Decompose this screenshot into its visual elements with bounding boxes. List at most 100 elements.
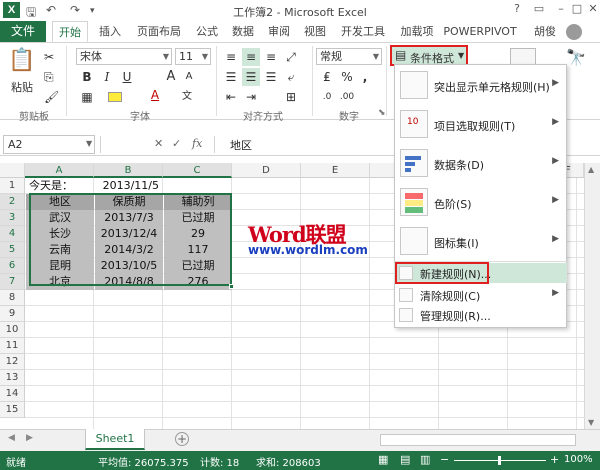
row-header[interactable]: 12: [0, 354, 25, 370]
menu-item-color-scales[interactable]: 色阶(S) ▶: [394, 184, 567, 222]
tab-data[interactable]: 数据: [226, 21, 260, 42]
align-top-icon[interactable]: ≡: [222, 48, 240, 66]
prev-sheet-icon[interactable]: ◀: [8, 433, 15, 443]
horizontal-scrollbar[interactable]: [380, 434, 576, 446]
cell-a1[interactable]: 今天是：: [26, 178, 94, 194]
vertical-scrollbar[interactable]: [584, 163, 600, 429]
number-format-select[interactable]: 常规 ▼: [316, 48, 382, 65]
tab-powerpivot[interactable]: POWERPIVOT: [442, 21, 518, 42]
insert-function-button[interactable]: fx: [192, 137, 202, 150]
zoom-in-icon[interactable]: +: [550, 453, 559, 466]
tab-home[interactable]: 开始: [52, 21, 88, 42]
fill-color-icon[interactable]: [108, 92, 122, 102]
increase-decimal-icon[interactable]: .0: [318, 88, 336, 106]
row-header[interactable]: 7: [0, 274, 25, 290]
sheet-tab[interactable]: Sheet1: [85, 429, 145, 450]
tab-formulas[interactable]: 公式: [190, 21, 224, 42]
fill-handle[interactable]: [229, 284, 234, 289]
column-header-a[interactable]: A: [25, 163, 94, 178]
find-select-icon[interactable]: 🔭: [566, 48, 586, 67]
italic-button[interactable]: I: [98, 68, 116, 86]
decrease-font-button[interactable]: A: [180, 68, 198, 86]
tab-file[interactable]: 文件: [0, 21, 46, 42]
cell-b1[interactable]: 2013/11/5: [95, 178, 163, 194]
menu-item-manage-rules[interactable]: 管理规则(R)...: [394, 305, 567, 325]
align-middle-icon[interactable]: ≡: [242, 48, 260, 66]
font-color-button[interactable]: A: [146, 86, 164, 104]
formula-content[interactable]: 地区: [230, 137, 252, 153]
align-bottom-icon[interactable]: ≡: [262, 48, 280, 66]
merge-cells-icon[interactable]: ⊞: [282, 88, 300, 106]
row-header[interactable]: 2: [0, 194, 25, 210]
row-header[interactable]: 9: [0, 306, 25, 322]
tab-view[interactable]: 视图: [298, 21, 332, 42]
currency-icon[interactable]: ₤: [318, 68, 336, 86]
tab-insert[interactable]: 插入: [92, 21, 128, 42]
font-size-select[interactable]: 11 ▼: [175, 48, 211, 65]
align-right-icon[interactable]: ☰: [262, 68, 280, 86]
copy-icon[interactable]: ⎘: [44, 70, 54, 85]
paste-icon[interactable]: 📋: [6, 48, 38, 78]
row-header[interactable]: 1: [0, 178, 25, 194]
menu-item-top-bottom-rules[interactable]: 10 项目选取规则(T) ▶: [394, 106, 567, 144]
row-header[interactable]: 6: [0, 258, 25, 274]
row-header[interactable]: 10: [0, 322, 25, 338]
avatar[interactable]: [566, 24, 582, 40]
menu-item-icon-sets[interactable]: 图标集(I) ▶: [394, 223, 567, 261]
chevron-down-icon[interactable]: ▼: [86, 139, 92, 148]
page-layout-view-icon[interactable]: ▤: [400, 453, 410, 466]
row-header[interactable]: 8: [0, 290, 25, 306]
align-left-icon[interactable]: ☰: [222, 68, 240, 86]
paste-button[interactable]: 粘贴: [6, 79, 38, 95]
normal-view-icon[interactable]: ▦: [378, 453, 388, 466]
tab-developer[interactable]: 开发工具: [334, 21, 392, 42]
border-icon[interactable]: ▦: [78, 88, 96, 106]
dialog-launcher-icon[interactable]: ⬊: [378, 108, 386, 118]
scroll-down-icon[interactable]: ▼: [588, 418, 594, 427]
phonetic-icon[interactable]: 文: [178, 88, 196, 106]
orientation-icon[interactable]: ⤢: [282, 48, 300, 66]
close-button[interactable]: ✕: [582, 2, 600, 18]
format-painter-icon[interactable]: 🖌: [44, 90, 59, 104]
cut-icon[interactable]: ✂: [44, 50, 54, 64]
decrease-decimal-icon[interactable]: .00: [338, 88, 356, 106]
enter-icon[interactable]: ✓: [172, 137, 181, 150]
conditional-format-button[interactable]: ▤ 条件格式 ▼: [390, 45, 468, 66]
row-header[interactable]: 15: [0, 402, 25, 418]
tab-addins[interactable]: 加载项: [394, 21, 440, 42]
percent-button[interactable]: %: [338, 68, 356, 86]
decrease-indent-icon[interactable]: ⇤: [222, 88, 240, 106]
increase-indent-icon[interactable]: ⇥: [242, 88, 260, 106]
menu-item-highlight-rules[interactable]: 突出显示单元格规则(H) ▶: [394, 67, 567, 105]
column-header-d[interactable]: D: [232, 163, 301, 178]
row-header[interactable]: 5: [0, 242, 25, 258]
align-center-icon[interactable]: ☰: [242, 68, 260, 86]
font-name-select[interactable]: 宋体 ▼: [76, 48, 172, 65]
select-all-corner[interactable]: [0, 163, 25, 178]
row-header[interactable]: 3: [0, 210, 25, 226]
name-box[interactable]: A2: [3, 135, 95, 154]
column-header-b[interactable]: B: [94, 163, 163, 178]
cancel-icon[interactable]: ✕: [154, 137, 163, 150]
add-sheet-icon[interactable]: +: [175, 432, 189, 446]
tab-page-layout[interactable]: 页面布局: [130, 21, 188, 42]
row-header[interactable]: 4: [0, 226, 25, 242]
user-name[interactable]: 胡俊: [530, 21, 560, 42]
row-header[interactable]: 13: [0, 370, 25, 386]
bold-button[interactable]: B: [78, 68, 96, 86]
row-header[interactable]: 14: [0, 386, 25, 402]
increase-font-button[interactable]: A: [162, 68, 180, 86]
row-header[interactable]: 11: [0, 338, 25, 354]
column-header-c[interactable]: C: [163, 163, 232, 178]
wrap-text-icon[interactable]: ⤶: [282, 68, 300, 86]
menu-item-clear-rules[interactable]: 清除规则(C) ▶: [394, 285, 567, 305]
tab-review[interactable]: 审阅: [262, 21, 296, 42]
column-header-e[interactable]: E: [301, 163, 370, 178]
zoom-level[interactable]: 100%: [564, 454, 593, 465]
page-break-view-icon[interactable]: ▥: [420, 453, 430, 466]
zoom-out-icon[interactable]: −: [440, 453, 449, 466]
menu-item-data-bars[interactable]: 数据条(D) ▶: [394, 145, 567, 183]
zoom-slider-thumb[interactable]: [498, 456, 501, 465]
ribbon-options-icon[interactable]: ▭: [528, 2, 550, 18]
comma-button[interactable]: ,: [356, 68, 374, 86]
